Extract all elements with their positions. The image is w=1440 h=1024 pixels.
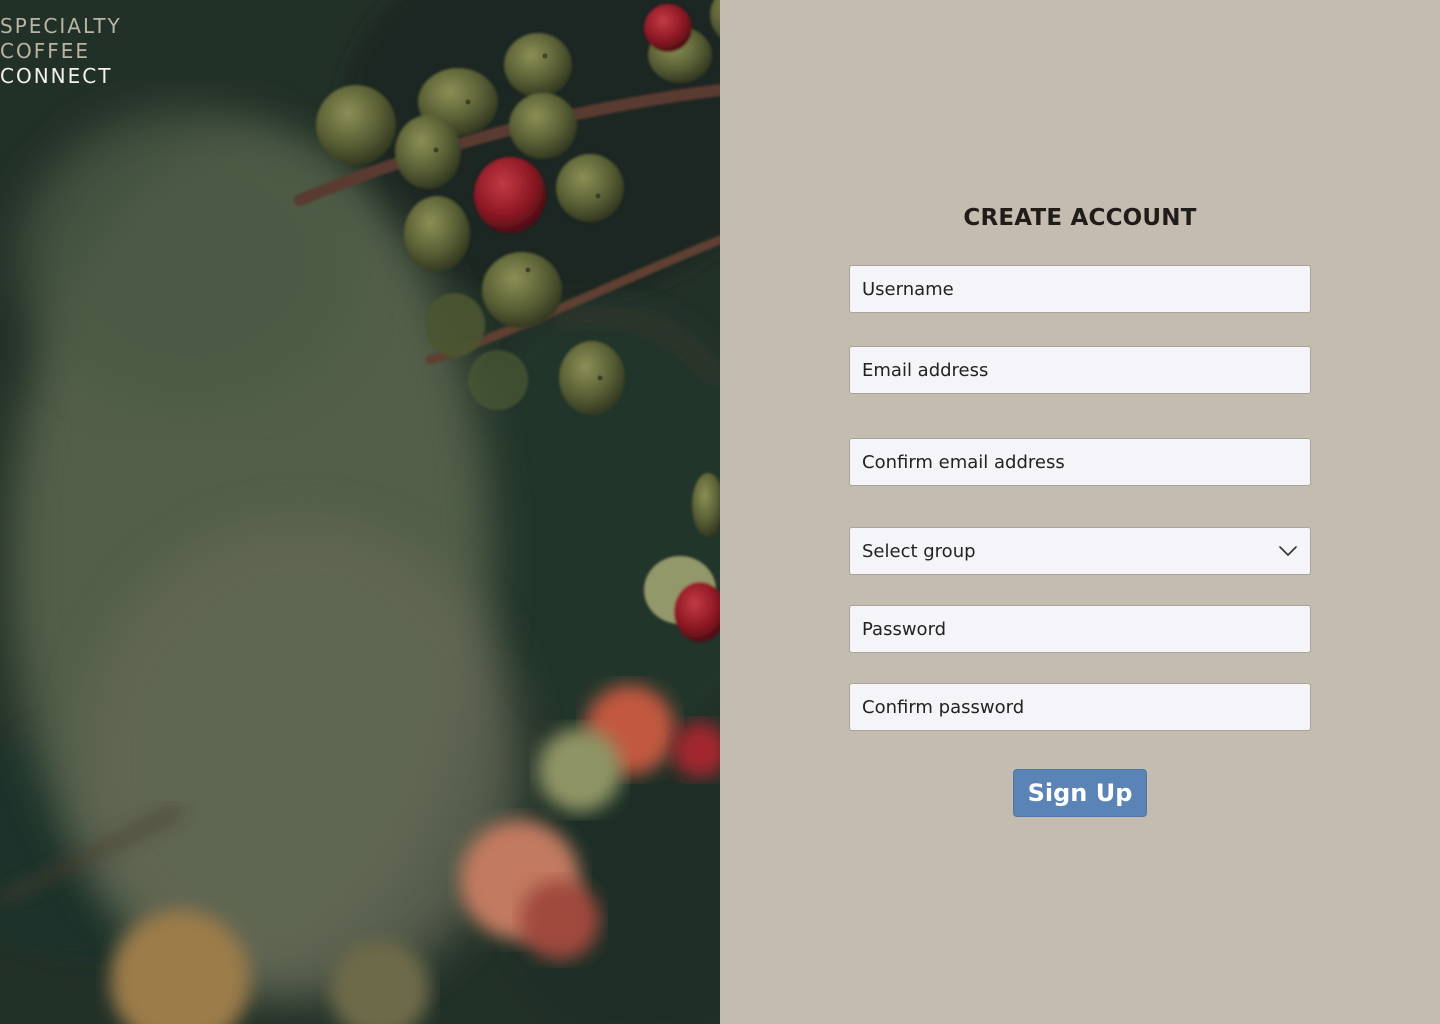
group-select-value: Select group [862,540,976,562]
page-title: CREATE ACCOUNT [963,205,1197,231]
signup-form-panel: CREATE ACCOUNT Select group Sign Up [720,0,1440,1024]
confirm-password-input[interactable] [849,683,1311,731]
brand-logo: SPECIALTY COFFEE CONNECT [0,14,122,89]
brand-line-2: COFFEE [0,39,90,63]
chevron-down-icon [1278,541,1298,561]
coffee-cherries-image [0,0,720,1024]
signup-page: SPECIALTY COFFEE CONNECT CREATE ACCOUNT … [0,0,1440,1024]
brand-line-1: SPECIALTY [0,14,122,38]
hero-photo-panel: SPECIALTY COFFEE CONNECT [0,0,720,1024]
brand-line-3: CONNECT [0,64,113,88]
password-input[interactable] [849,605,1311,653]
group-select[interactable]: Select group [849,527,1311,575]
email-input[interactable] [849,346,1311,394]
sign-up-button[interactable]: Sign Up [1013,769,1147,817]
username-input[interactable] [849,265,1311,313]
confirm-email-input[interactable] [849,438,1311,486]
